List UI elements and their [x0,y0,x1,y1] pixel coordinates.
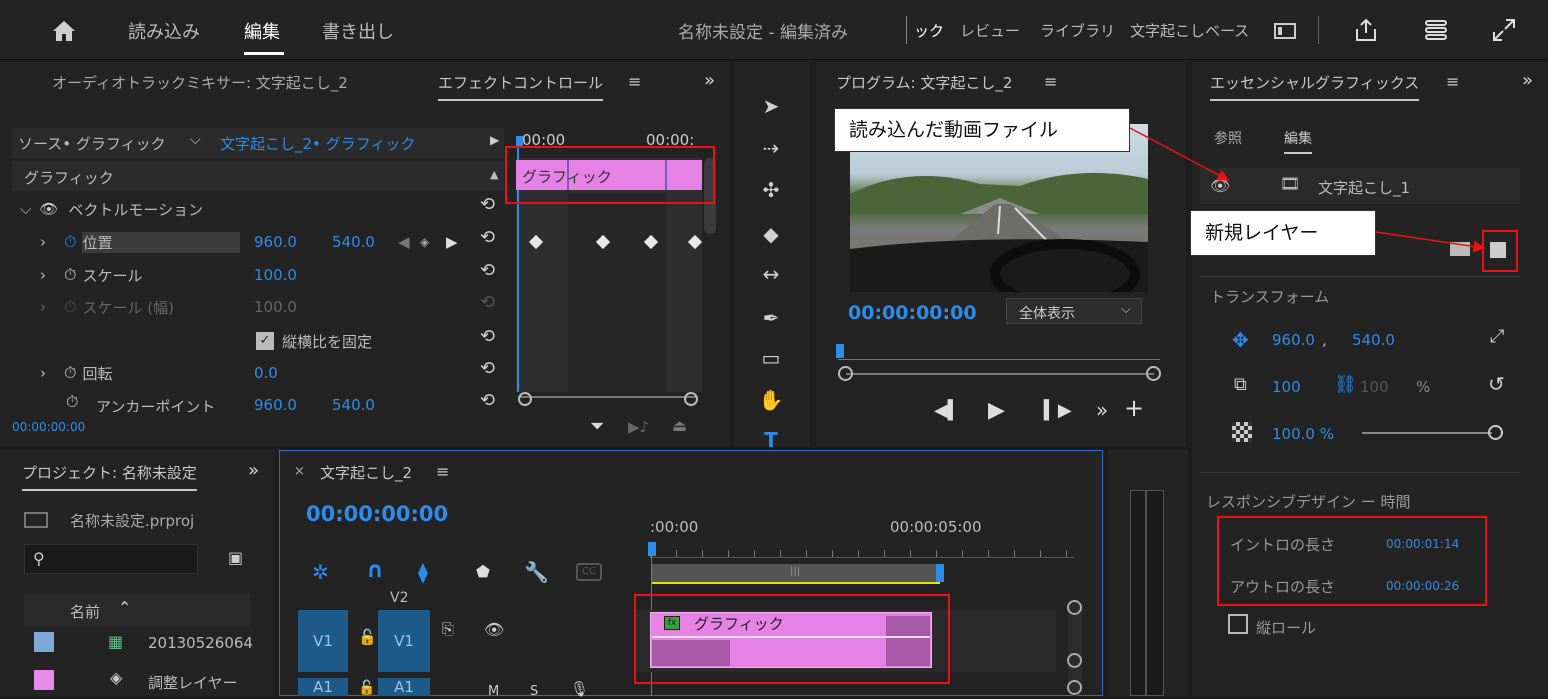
callout-arrows [1129,127,1486,253]
callout-new-layer: 新規レイヤー [1190,210,1376,256]
callout-text: 読み込んだ動画ファイル [849,119,1059,141]
callout-text: 新規レイヤー [1205,222,1319,244]
callout-video-file: 読み込んだ動画ファイル [834,108,1130,152]
